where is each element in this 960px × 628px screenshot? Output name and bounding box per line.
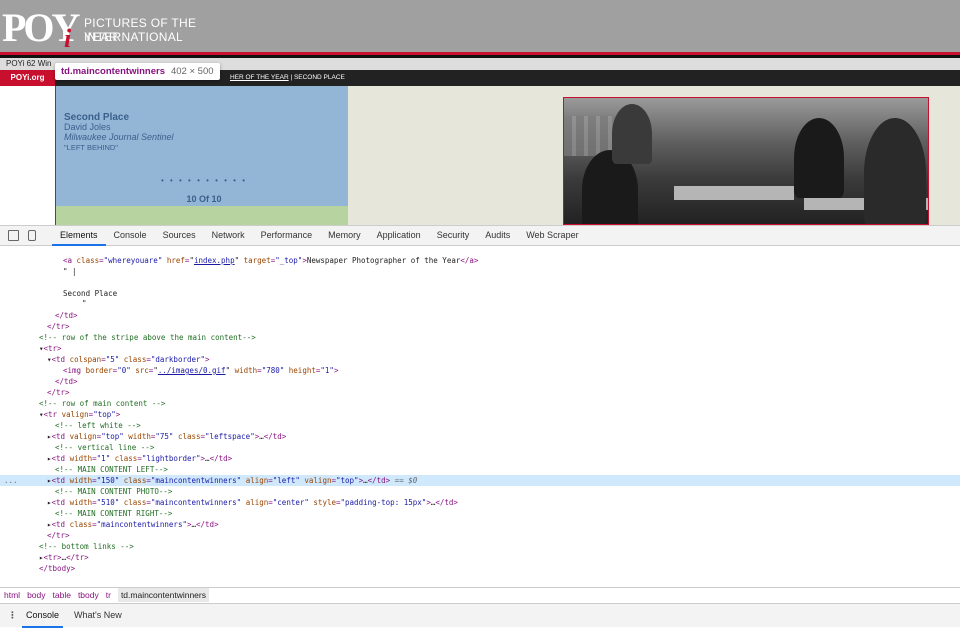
- tree-line-text[interactable]: Second Place: [63, 288, 117, 299]
- devtools-tab-bar: Elements Console Sources Network Performance…: [0, 226, 960, 246]
- tree-line-comment[interactable]: <!-- bottom links -->: [39, 541, 134, 552]
- devtools-tab-network[interactable]: Network: [204, 226, 253, 246]
- tree-line-close-tr[interactable]: </tr>: [47, 530, 70, 541]
- tree-line-comment[interactable]: <!-- vertical line -->: [55, 442, 154, 453]
- photo-figure: [794, 118, 844, 198]
- devtools-tab-audits[interactable]: Audits: [477, 226, 518, 246]
- devtools-tab-application[interactable]: Application: [369, 226, 429, 246]
- tree-line-td-lightborder[interactable]: ▸<td width="1" class="lightborder">…</td…: [47, 453, 232, 464]
- tree-line-close-tbody[interactable]: </tbody>: [39, 563, 75, 574]
- devtools-tab-sources[interactable]: Sources: [155, 226, 204, 246]
- tree-line-close-td[interactable]: </td>: [55, 376, 78, 387]
- subtitle-text: POYi 62 Win: [6, 59, 52, 68]
- photo-figure: [864, 118, 926, 224]
- photo-figure: [612, 104, 652, 164]
- breadcrumb-link-poy[interactable]: HER OF THE YEAR: [230, 74, 289, 81]
- left-white-space: [0, 86, 55, 225]
- story-title: "LEFT BEHIND": [64, 143, 118, 152]
- anchor-text: Newspaper Photographer of the Year: [306, 256, 461, 265]
- devtools-drawer: ⋮ Console What's New: [0, 603, 960, 628]
- page-viewport: POY i PICTURES OF THE YEAR INTERNATIONAL…: [0, 0, 960, 225]
- tree-line-img[interactable]: <img border="0" src="../images/0.gif" wi…: [63, 365, 338, 376]
- poyi-logo[interactable]: POY i PICTURES OF THE YEAR INTERNATIONAL: [2, 5, 202, 53]
- gallery-dot-navigation[interactable]: • • • • • • • • • •: [154, 176, 254, 185]
- publication-name: Milwaukee Journal Sentinel: [64, 132, 174, 142]
- devtools-tab-memory[interactable]: Memory: [320, 226, 369, 246]
- gallery-counter: 10 Of 10: [186, 194, 222, 204]
- breadcrumb-item[interactable]: body: [27, 590, 45, 600]
- site-header: POY i PICTURES OF THE YEAR INTERNATIONAL: [0, 0, 960, 53]
- photo-desk: [674, 186, 794, 200]
- tree-line-text[interactable]: ": [82, 298, 87, 309]
- tree-line-tr-collapsed[interactable]: ▸<tr>…</tr>: [39, 552, 89, 563]
- poyi-org-link[interactable]: POYi.org: [0, 70, 55, 86]
- selected-node-ref: == $0: [394, 476, 418, 485]
- tree-line-anchor[interactable]: <a class="whereyouare" href="index.php" …: [63, 255, 478, 266]
- photographer-name: David Joles: [64, 122, 111, 132]
- logo-i-mark: i: [64, 24, 72, 53]
- logo-line-2: INTERNATIONAL: [84, 30, 184, 44]
- tree-line-comment[interactable]: <!-- MAIN CONTENT LEFT-->: [55, 464, 168, 475]
- tooltip-dimensions: 402 × 500: [170, 66, 214, 77]
- winner-photo[interactable]: [563, 97, 929, 225]
- breadcrumb-item[interactable]: html: [4, 590, 20, 600]
- tree-line-td-photo[interactable]: ▸<td width="510" class="maincontentwinne…: [47, 497, 458, 508]
- tree-line-td-right[interactable]: ▸<td class="maincontentwinners">…</td>: [47, 519, 219, 530]
- breadcrumb-item[interactable]: td.maincontentwinners: [117, 588, 209, 602]
- tree-line-close-tr[interactable]: </tr>: [47, 321, 70, 332]
- device-toolbar-icon[interactable]: [28, 230, 36, 241]
- breadcrumb-current: | SECOND PLACE: [288, 74, 345, 81]
- element-hover-tooltip: td.maincontentwinners 402 × 500: [55, 63, 220, 80]
- tree-line-tr[interactable]: ▾<tr>: [39, 343, 62, 354]
- devtools-tab-web-scraper[interactable]: Web Scraper: [518, 226, 586, 246]
- tree-line-selected-td[interactable]: ... ▸<td width="150" class="maincontentwi…: [0, 475, 960, 486]
- selected-node-marker[interactable]: ...: [0, 475, 47, 486]
- tooltip-selector: td.maincontentwinners: [61, 66, 165, 77]
- breadcrumb-item[interactable]: tr: [106, 590, 111, 600]
- img-src-link[interactable]: ../images/0.gif: [158, 366, 226, 375]
- drawer-tab-console[interactable]: Console: [22, 604, 64, 628]
- inspect-element-icon[interactable]: [8, 230, 19, 241]
- tree-line-comment[interactable]: <!-- MAIN CONTENT RIGHT-->: [55, 508, 172, 519]
- tree-line-close-td[interactable]: </td>: [55, 310, 78, 321]
- breadcrumb-item[interactable]: tbody: [78, 590, 99, 600]
- tree-line-comment[interactable]: <!-- left white -->: [55, 420, 141, 431]
- tree-line-close-tr[interactable]: </tr>: [47, 387, 70, 398]
- devtools-tab-security[interactable]: Security: [429, 226, 478, 246]
- drawer-menu-icon[interactable]: ⋮: [8, 610, 17, 621]
- tree-line-comment[interactable]: <!-- row of the stripe above the main co…: [39, 332, 256, 343]
- tree-line-tr-valign[interactable]: ▾<tr valign="top">: [39, 409, 120, 420]
- devtools-tabs: Elements Console Sources Network Performance…: [52, 226, 587, 246]
- drawer-tab-whats-new[interactable]: What's New: [70, 604, 126, 626]
- tree-line-comment[interactable]: <!-- row of main content -->: [39, 398, 165, 409]
- breadcrumb-item[interactable]: table: [53, 590, 71, 600]
- devtools-tab-performance[interactable]: Performance: [253, 226, 321, 246]
- elements-tree: <a class="whereyouare" href="index.php" …: [0, 247, 960, 587]
- tree-line-text[interactable]: " |: [63, 266, 77, 277]
- tree-line-td-leftspace[interactable]: ▸<td valign="top" width="75" class="left…: [47, 431, 286, 442]
- main-content-left-panel: Second Place David Joles Milwaukee Journ…: [56, 86, 348, 206]
- tree-line-td-darkborder[interactable]: ▾<td colspan="5" class="darkborder">: [47, 354, 210, 365]
- href-link[interactable]: index.php: [194, 256, 235, 265]
- tree-line-comment[interactable]: <!-- MAIN CONTENT PHOTO-->: [55, 486, 172, 497]
- site-breadcrumb: HER OF THE YEAR | SECOND PLACE: [230, 70, 345, 86]
- devtools-tab-elements[interactable]: Elements: [52, 226, 106, 246]
- devtools-panel: Elements Console Sources Network Performance…: [0, 225, 960, 628]
- dom-breadcrumb: html body table tbody tr td.maincontentwinner…: [0, 587, 960, 603]
- main-content-left-green-band: [56, 206, 348, 225]
- devtools-tab-console[interactable]: Console: [106, 226, 155, 246]
